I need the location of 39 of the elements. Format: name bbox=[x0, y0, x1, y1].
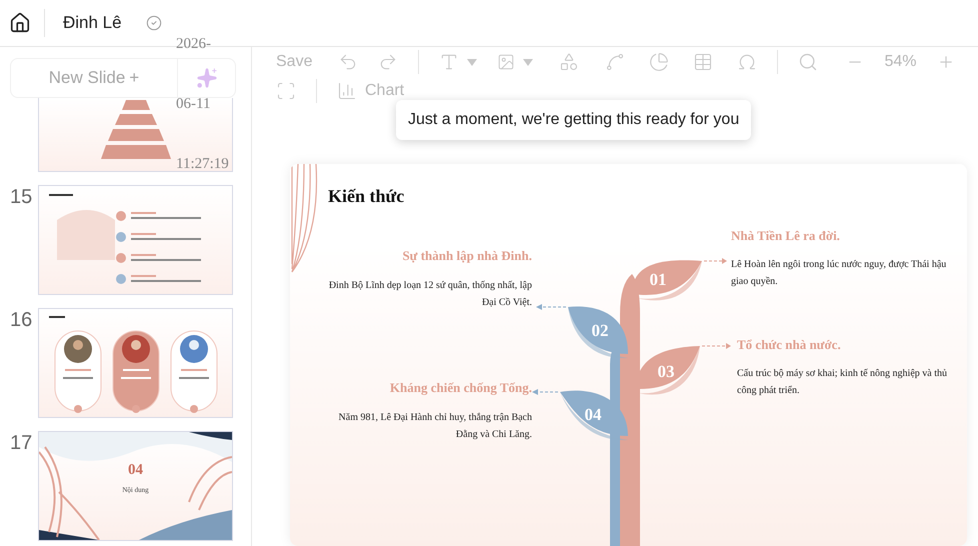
slide-thumbnail[interactable] bbox=[38, 308, 233, 418]
item-heading: Tổ chức nhà nước. bbox=[737, 337, 841, 353]
bar-chart-icon bbox=[337, 80, 357, 101]
item-description: Đinh Bộ Lĩnh dẹp loạn 12 sứ quân, thống nhất, lập Đại Cồ Việt. bbox=[328, 279, 532, 310]
leader-line bbox=[532, 389, 558, 395]
shape-icon[interactable] bbox=[559, 52, 580, 72]
caret-icon[interactable] bbox=[523, 58, 534, 66]
image-icon[interactable] bbox=[497, 53, 516, 72]
timestamp: 06-11 bbox=[176, 96, 210, 113]
slide-title: Kiến thức bbox=[328, 186, 404, 207]
item-description: Năm 981, Lê Đại Hành chỉ huy, thắng trận Bạch Đằng và Chi Lăng. bbox=[338, 411, 532, 442]
leaf-shape: 02 bbox=[568, 306, 628, 358]
section-number: 04 bbox=[127, 462, 144, 479]
slide-thumbnail[interactable] bbox=[38, 98, 233, 172]
fit-icon[interactable] bbox=[276, 80, 296, 101]
table-icon[interactable] bbox=[693, 52, 714, 72]
slide-thumbnail[interactable] bbox=[38, 185, 233, 295]
leaf-shape: 04 bbox=[560, 390, 628, 440]
item-heading: Sự thành lập nhà Đinh. bbox=[402, 248, 532, 264]
item-heading: Kháng chiến chống Tống. bbox=[390, 380, 532, 396]
item-heading: Nhà Tiền Lê ra đời. bbox=[731, 228, 840, 244]
slide-number: 16 bbox=[10, 308, 34, 333]
home-button[interactable] bbox=[8, 11, 32, 35]
slide-number: 17 bbox=[10, 431, 34, 456]
caret-icon[interactable] bbox=[467, 58, 478, 66]
search-icon[interactable] bbox=[798, 52, 818, 72]
loading-tooltip: Just a moment, we're getting this ready for you bbox=[396, 100, 752, 140]
connector-icon[interactable] bbox=[605, 52, 626, 72]
leader-line bbox=[702, 343, 731, 349]
leader-line bbox=[704, 258, 727, 264]
sparkle-icon bbox=[196, 67, 218, 89]
timestamp: 2026- bbox=[176, 36, 211, 53]
leader-line bbox=[536, 304, 566, 310]
timestamp: 11:27:19 bbox=[176, 156, 229, 173]
document-title: Đinh Lê bbox=[63, 13, 122, 33]
slide-number: 15 bbox=[10, 185, 34, 210]
pie-chart-icon[interactable] bbox=[649, 52, 670, 72]
item-description: Lê Hoàn lên ngôi trong lúc nước nguy, được Thái hậu giao quyền. bbox=[731, 258, 948, 289]
item-description: Cấu trúc bộ máy sơ khai; kinh tế nông nghiệp và thủ công phát triển. bbox=[737, 367, 948, 398]
